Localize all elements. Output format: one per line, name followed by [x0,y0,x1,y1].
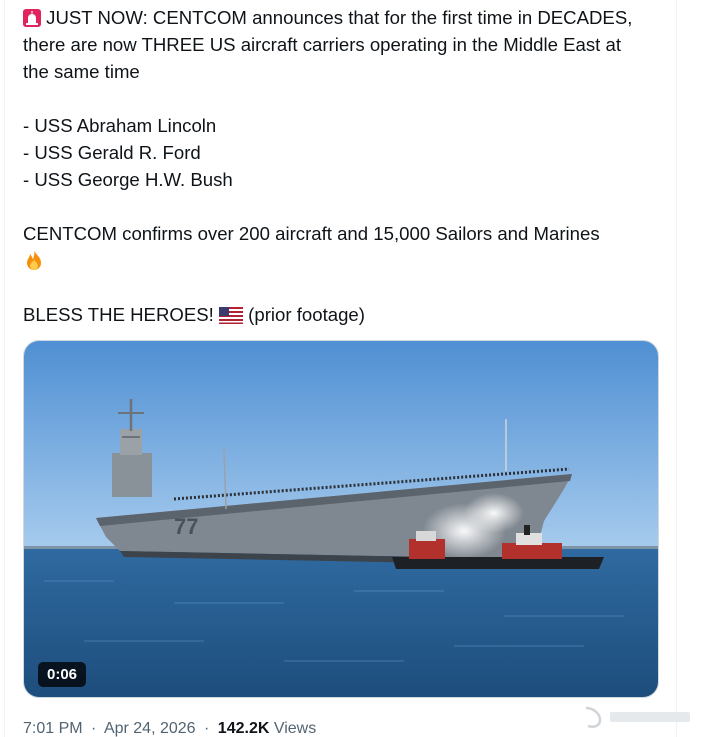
svg-text:77: 77 [174,514,198,539]
tweet-line-1: JUST NOW: CENTCOM announces that for the… [23,4,673,31]
video-duration: 0:06 [38,662,87,687]
tweet-line-1-text: JUST NOW: CENTCOM announces that for the… [46,7,633,28]
timeline-border-left [4,0,5,737]
tweet-text: JUST NOW: CENTCOM announces that for the… [23,4,673,328]
video-frame: 77 [24,341,658,697]
tweet-line-3: the same time [23,61,140,82]
carrier-item: - USS Gerald R. Ford [23,142,201,163]
us-flag-emoji-icon [219,304,243,331]
siren-emoji-icon [23,7,41,34]
tweet-timestamp-date[interactable]: Apr 24, 2026 [104,720,196,737]
tweet-line-2: there are now THREE US aircraft carriers… [23,34,622,55]
fire-emoji-icon [23,247,673,274]
carrier-item: - USS George H.W. Bush [23,169,233,190]
views-label: Views [273,720,317,737]
confirm-line: CENTCOM confirms over 200 aircraft and 1… [23,223,600,244]
timeline-border-right [676,0,677,737]
tweet-meta: 7:01 PM · Apr 24, 2026 · 142.2K Views [23,718,316,737]
tweet-timestamp-time[interactable]: 7:01 PM [23,720,83,737]
meta-separator: · [91,720,97,737]
video-player[interactable]: 77 0:06 [23,340,659,698]
prior-footage-text: (prior footage) [248,304,365,325]
meta-separator: · [204,720,210,737]
views-count: 142.2K [217,720,270,737]
bless-text: BLESS THE HEROES! [23,304,214,325]
bless-line: BLESS THE HEROES! (prior footage) [23,301,673,328]
watermark-logo-icon [580,704,700,735]
carrier-item: - USS Abraham Lincoln [23,115,217,136]
